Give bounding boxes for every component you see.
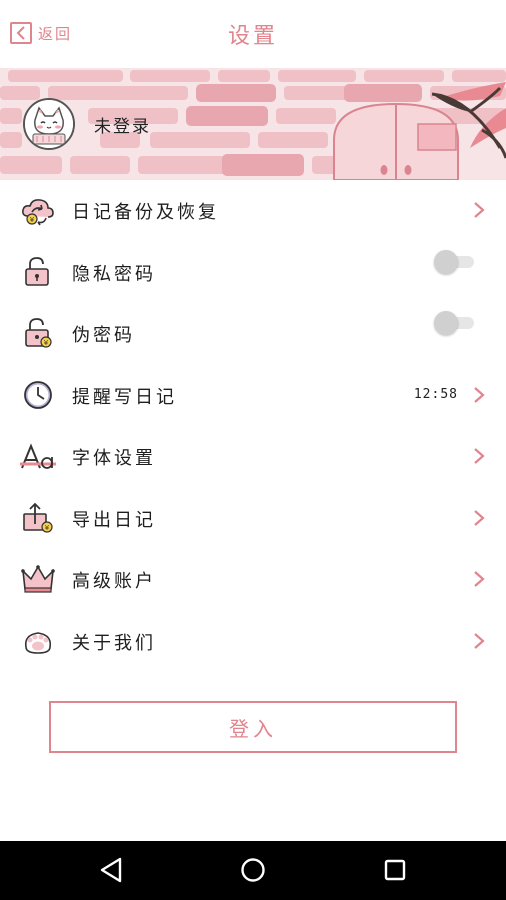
system-nav-bar <box>0 841 506 900</box>
chevron-right-icon <box>474 448 485 464</box>
settings-item-premium[interactable]: 高级账户 <box>0 549 506 611</box>
brick-wall-illustration <box>0 68 506 180</box>
svg-text:¥: ¥ <box>45 524 50 532</box>
nav-back-icon[interactable] <box>96 855 126 885</box>
settings-item-label: 日记备份及恢复 <box>72 202 219 223</box>
settings-item-label: 高级账户 <box>72 571 156 592</box>
settings-item-label: 关于我们 <box>72 632 156 654</box>
settings-item-label: 导出日记 <box>72 509 156 531</box>
settings-item-export[interactable]: ¥ 导出日记 <box>0 488 506 550</box>
chevron-right-icon <box>474 509 485 526</box>
avatar[interactable] <box>23 98 75 150</box>
paw-icon <box>24 631 52 654</box>
toggle-knob <box>434 249 458 274</box>
svg-text:¥: ¥ <box>30 216 35 224</box>
svg-text:¥: ¥ <box>44 339 49 347</box>
lock-coin-icon: ¥ <box>25 318 52 348</box>
export-icon: ¥ <box>23 502 53 533</box>
cat-avatar-icon <box>25 100 73 148</box>
settings-item-label: 提醒写日记 <box>72 386 177 408</box>
crown-icon <box>21 565 55 593</box>
login-status-label: 未登录 <box>94 117 151 137</box>
profile-banner: 未登录 <box>0 68 506 180</box>
clock-icon <box>24 380 52 409</box>
settings-item-label: 字体设置 <box>72 448 156 469</box>
settings-list: ¥ 日记备份及恢复 隐私密码 ¥ 伪密码 提醒写日记 12:58 字体设置 ¥ … <box>0 180 506 672</box>
app-header: 返回 设置 <box>0 0 506 68</box>
chevron-right-icon <box>474 632 485 649</box>
login-button[interactable]: 登入 <box>49 701 457 753</box>
chevron-right-icon <box>474 202 485 218</box>
privacy-password-toggle[interactable] <box>434 249 474 274</box>
chevron-right-icon <box>474 571 485 587</box>
settings-item-backup[interactable]: ¥ 日记备份及恢复 <box>0 180 506 242</box>
lock-icon <box>25 256 49 286</box>
nav-recents-icon[interactable] <box>380 855 410 885</box>
toggle-knob <box>434 311 458 335</box>
settings-item-privacy-password: 隐私密码 <box>0 242 506 304</box>
nav-home-icon[interactable] <box>238 855 268 885</box>
page-title: 设置 <box>227 24 278 49</box>
settings-item-label: 隐私密码 <box>72 263 156 285</box>
settings-item-about[interactable]: 关于我们 <box>0 611 506 673</box>
fake-password-toggle[interactable] <box>434 311 474 335</box>
settings-item-font[interactable]: 字体设置 <box>0 426 506 488</box>
settings-item-fake-password: ¥ 伪密码 <box>0 303 506 365</box>
settings-item-label: 伪密码 <box>72 325 135 346</box>
settings-item-reminder[interactable]: 提醒写日记 12:58 <box>0 365 506 427</box>
chevron-right-icon <box>474 386 485 403</box>
font-icon <box>20 443 56 469</box>
reminder-time: 12:58 <box>413 386 458 402</box>
cloud-sync-icon: ¥ <box>22 199 54 226</box>
